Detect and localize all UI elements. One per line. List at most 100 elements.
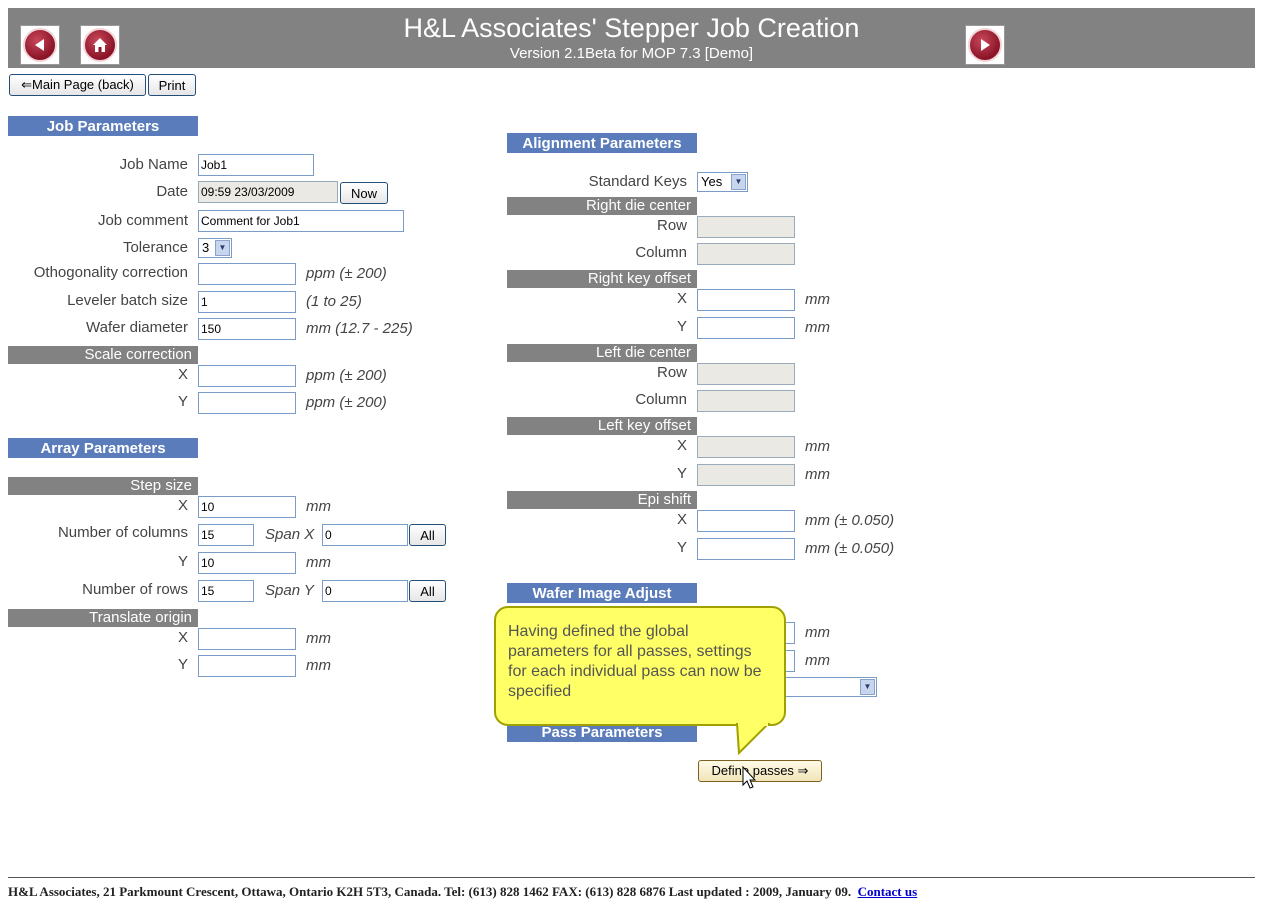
- leveler-input[interactable]: 1: [198, 291, 296, 313]
- wafer-image-adjust-heading: Wafer Image Adjust: [507, 583, 697, 603]
- wafer-diameter-label: Wafer diameter: [86, 319, 188, 336]
- scale-x-input[interactable]: [198, 365, 296, 387]
- wafer-image-x-unit: mm: [805, 624, 830, 641]
- date-input[interactable]: 09:59 23/03/2009: [198, 181, 338, 203]
- epi-y-label: Y: [676, 539, 687, 556]
- span-y-label: Span Y: [265, 582, 314, 599]
- span-y-all-button[interactable]: All: [409, 580, 446, 602]
- footer-divider: [8, 877, 1255, 878]
- rko-x-unit: mm: [805, 291, 830, 308]
- footer: H&L Associates, 21 Parkmount Crescent, O…: [8, 884, 917, 900]
- leveler-label: Leveler batch size: [67, 292, 188, 309]
- rko-y-unit: mm: [805, 319, 830, 336]
- rko-y-label: Y: [676, 318, 687, 335]
- ldc-row-input[interactable]: [697, 363, 795, 385]
- chevron-down-icon: ▼: [731, 174, 746, 190]
- lko-x-label: X: [676, 437, 687, 454]
- scale-x-unit: ppm (± 200): [306, 367, 387, 384]
- tooltip-callout: Having defined the global parameters for…: [494, 606, 786, 726]
- rows-input[interactable]: 15: [198, 580, 254, 602]
- columns-input[interactable]: 15: [198, 524, 254, 546]
- leveler-unit: (1 to 25): [306, 293, 362, 310]
- standard-keys-select[interactable]: Yes ▼: [697, 172, 748, 192]
- rko-x-input[interactable]: [697, 289, 795, 311]
- epi-x-input[interactable]: [697, 510, 795, 532]
- ldc-row-label: Row: [656, 364, 687, 381]
- back-arrow-icon: [23, 28, 57, 62]
- ortho-label: Othogonality correction: [33, 264, 188, 281]
- right-die-center-heading: Right die center: [507, 197, 697, 215]
- back-button[interactable]: [20, 25, 60, 65]
- lko-y-unit: mm: [805, 466, 830, 483]
- rko-y-input[interactable]: [697, 317, 795, 339]
- translate-origin-heading: Translate origin: [8, 609, 198, 627]
- epi-y-unit: mm (± 0.050): [805, 540, 895, 557]
- ortho-input[interactable]: [198, 263, 296, 285]
- span-x-label: Span X: [265, 526, 315, 543]
- contact-us-link[interactable]: Contact us: [858, 884, 918, 899]
- rko-x-label: X: [676, 290, 687, 307]
- wafer-image-y-unit: mm: [805, 652, 830, 669]
- tolerance-value: 3: [202, 240, 210, 255]
- chevron-down-icon: ▼: [215, 240, 230, 256]
- translate-y-unit: mm: [306, 657, 331, 674]
- home-button[interactable]: [80, 25, 120, 65]
- span-y-input[interactable]: 0: [322, 580, 408, 602]
- scale-y-input[interactable]: [198, 392, 296, 414]
- rdc-column-input[interactable]: [697, 243, 795, 265]
- date-label: Date: [156, 183, 188, 200]
- rdc-column-label: Column: [635, 244, 687, 261]
- step-y-input[interactable]: 10: [198, 552, 296, 574]
- step-x-label: X: [177, 497, 188, 514]
- main-page-button[interactable]: ⇐Main Page (back): [9, 74, 146, 96]
- tooltip-pointer: [735, 723, 771, 755]
- epi-y-input[interactable]: [697, 538, 795, 560]
- epi-shift-heading: Epi shift: [507, 491, 697, 509]
- footer-text: H&L Associates, 21 Parkmount Crescent, O…: [8, 884, 852, 899]
- ldc-column-label: Column: [635, 391, 687, 408]
- rdc-row-input[interactable]: [697, 216, 795, 238]
- alignment-parameters-heading: Alignment Parameters: [507, 133, 697, 153]
- job-name-label: Job Name: [119, 156, 188, 173]
- translate-x-input[interactable]: [198, 628, 296, 650]
- ldc-column-input[interactable]: [697, 390, 795, 412]
- epi-x-label: X: [676, 511, 687, 528]
- now-button[interactable]: Now: [340, 182, 388, 204]
- translate-y-input[interactable]: [198, 655, 296, 677]
- translate-x-label: X: [177, 629, 188, 646]
- array-parameters-heading: Array Parameters: [8, 438, 198, 458]
- scale-correction-heading: Scale correction: [8, 346, 198, 364]
- lko-x-unit: mm: [805, 438, 830, 455]
- standard-keys-value: Yes: [701, 174, 723, 189]
- tolerance-select[interactable]: 3 ▼: [198, 238, 232, 258]
- define-passes-button[interactable]: Define passes ⇒: [698, 760, 822, 782]
- job-comment-label: Job comment: [97, 212, 188, 229]
- lko-x-input[interactable]: [697, 436, 795, 458]
- columns-label: Number of columns: [57, 524, 188, 541]
- home-icon: [83, 28, 117, 62]
- job-comment-input[interactable]: Comment for Job1: [198, 210, 404, 232]
- print-button[interactable]: Print: [148, 74, 196, 96]
- span-x-all-button[interactable]: All: [409, 524, 446, 546]
- translate-x-unit: mm: [306, 630, 331, 647]
- lko-y-label: Y: [676, 465, 687, 482]
- scale-x-label: X: [177, 366, 188, 383]
- rows-label: Number of rows: [82, 581, 188, 598]
- scale-y-unit: ppm (± 200): [306, 394, 387, 411]
- job-name-input[interactable]: Job1: [198, 154, 314, 176]
- next-button[interactable]: [965, 25, 1005, 65]
- translate-y-label: Y: [177, 656, 188, 673]
- step-y-label: Y: [177, 553, 188, 570]
- mouse-cursor-icon: [742, 766, 757, 789]
- wafer-diameter-input[interactable]: 150: [198, 318, 296, 340]
- step-x-unit: mm: [306, 498, 331, 515]
- step-y-unit: mm: [306, 554, 331, 571]
- span-x-input[interactable]: 0: [322, 524, 408, 546]
- left-key-offset-heading: Left key offset: [507, 417, 697, 435]
- scale-y-label: Y: [177, 393, 188, 410]
- ortho-unit: ppm (± 200): [306, 265, 387, 282]
- step-size-heading: Step size: [8, 477, 198, 495]
- step-x-input[interactable]: 10: [198, 496, 296, 518]
- lko-y-input[interactable]: [697, 464, 795, 486]
- left-die-center-heading: Left die center: [507, 344, 697, 362]
